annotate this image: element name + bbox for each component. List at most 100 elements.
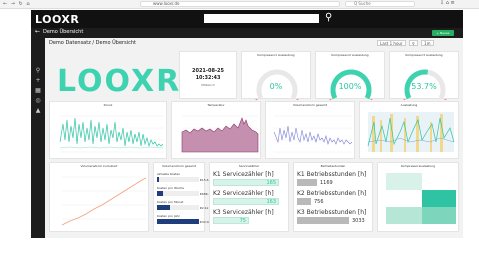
service-value: 165	[266, 180, 276, 186]
dashboard-title: Demo Übersicht	[43, 29, 84, 35]
cost-bar	[157, 191, 199, 196]
dashboard-header: ← Demo Übersicht + Neues	[31, 28, 463, 38]
temperatur-chart	[181, 115, 259, 153]
clock-date: 2021-08-25	[192, 68, 224, 74]
kumuliert-chart-panel: Volumenstrom kumuliert	[49, 162, 149, 232]
time-range-picker[interactable]: Last 1 hour	[377, 40, 406, 46]
grid-icon[interactable]: ▦	[35, 88, 41, 94]
hours-label: K1 Betriebsstunden [h]	[297, 171, 367, 178]
druck-chart	[59, 115, 164, 153]
plus-icon[interactable]: +	[35, 78, 41, 84]
panel-title: Betriebsstunden	[320, 164, 346, 168]
volumenstrom-chart	[273, 115, 353, 153]
clock-panel: 2021-08-25 10:32:43 Mittwoch	[179, 51, 237, 99]
gauge-marker	[329, 99, 332, 100]
zoom-out-icon[interactable]: ⚲	[408, 40, 418, 46]
kumuliert-chart	[61, 176, 147, 226]
volumenstrom-series-line	[273, 125, 353, 146]
search-icon[interactable]: ⚲	[35, 68, 41, 74]
service-bar: 75	[213, 217, 249, 224]
app-logo[interactable]: LOOXR	[35, 13, 79, 26]
bell-icon[interactable]: ▲	[35, 108, 41, 114]
browser-nav-buttons[interactable]: ← → ↻ ⌂	[3, 1, 31, 7]
browser-search-field[interactable]: Q Suche	[345, 1, 415, 7]
cost-fill	[157, 205, 170, 210]
gauge-marker	[296, 99, 299, 100]
kompressorauslastung-panel: Kompressorauslastung	[377, 162, 459, 232]
brand-logo: LOOXR	[57, 64, 182, 99]
heatmap-cell	[386, 207, 422, 224]
compass-icon[interactable]: ◎	[35, 98, 41, 104]
cost-value: €15.6	[200, 178, 209, 182]
header-search-input[interactable]	[204, 14, 319, 23]
gauge-panel-3: Kompressor3 Auslastung 53.7%	[389, 51, 459, 100]
heatmap-cell	[386, 190, 422, 207]
add-button[interactable]: + Neues	[432, 30, 454, 36]
back-arrow-icon[interactable]: ←	[35, 28, 40, 35]
time-controls: Last 1 hour ⚲ 1m	[375, 40, 434, 46]
gauge-dial	[329, 69, 373, 100]
hours-label: K2 Betriebsstunden [h]	[297, 190, 367, 197]
service-bar: 163	[213, 198, 279, 205]
cost-bar	[157, 177, 199, 182]
service-label: K3 Servicezähler [h]	[213, 209, 274, 216]
temperatur-area	[181, 117, 259, 153]
hours-value: 1169	[320, 180, 333, 186]
service-label: K2 Servicezähler [h]	[213, 190, 274, 197]
auslastung-chart-panel: Auslastung	[359, 101, 459, 159]
gauge-marker	[403, 99, 406, 100]
cost-fill	[157, 219, 199, 224]
cost-label: Kosten pro Jahr	[157, 214, 180, 218]
cost-fill	[157, 177, 160, 182]
gauge-value: 53.7%	[411, 82, 437, 91]
betriebsstunden-panel: Betriebsstunden K1 Betriebsstunden [h] 1…	[293, 162, 373, 232]
temperatur-chart-panel: Temperatur	[171, 101, 261, 159]
dashboard-toolbar: Demo Datensatz / Demo Übersicht Last 1 h…	[45, 38, 463, 48]
heatmap-cell	[422, 207, 456, 224]
panel-title: Volumenstrom gesamt	[162, 164, 196, 168]
gauge-marker	[370, 99, 373, 100]
gauge-dial	[255, 69, 299, 100]
sidebar: ⚲ + ▦ ◎ ▲	[31, 38, 45, 238]
gauge-value: 0%	[269, 82, 283, 91]
gauge-value: 100%	[338, 82, 362, 91]
heatmap-cell	[422, 173, 456, 190]
panel-title: Servicezähler	[238, 164, 260, 168]
cost-value: €2.1k	[200, 206, 209, 210]
gauge-panel-2: Kompressor2 Auslastung 100%	[315, 51, 385, 100]
cost-bar	[157, 219, 199, 224]
clock-time: 10:32:43	[195, 75, 221, 81]
hours-bar	[297, 179, 317, 186]
hours-value: 756	[314, 199, 324, 205]
servicezaehler-panel: Servicezähler K1 Servicezähler [h] 165 K…	[209, 162, 289, 232]
cost-label: Kosten pro Monat	[157, 200, 184, 204]
breadcrumb[interactable]: Demo Datensatz / Demo Übersicht	[49, 40, 136, 46]
screenshot-stage: ← → ↻ ⌂ www.looxr.de Q Suche ⇩ ⌂ ≡ LOOXR…	[0, 0, 479, 271]
volumenstrom-chart-panel: Volumenstrom gesamt	[265, 101, 355, 159]
druck-series-line-2	[59, 146, 164, 149]
heatmap-cell	[422, 190, 456, 207]
refresh-interval[interactable]: 1m	[421, 40, 434, 46]
kosten-panel: Volumenstrom gesamt aktuelle Kosten €15.…	[153, 162, 211, 232]
browser-toolbar: ← → ↻ ⌂ www.looxr.de Q Suche ⇩ ⌂ ≡	[0, 0, 479, 9]
gauge-marker	[444, 99, 447, 100]
browser-extension-icons[interactable]: ⇩ ⌂ ≡	[440, 0, 455, 6]
hours-bar	[297, 217, 349, 224]
service-label: K1 Servicezähler [h]	[213, 171, 274, 178]
gauge-panel-1: Kompressor1 Auslastung 0%	[241, 51, 311, 100]
service-value: 75	[239, 218, 246, 224]
auslastung-chart	[367, 112, 455, 152]
app-header: LOOXR ⚲	[31, 10, 463, 28]
hours-bar	[297, 198, 311, 205]
cost-label: Kosten pro Woche	[157, 186, 184, 190]
cost-label: aktuelle Kosten	[157, 172, 181, 176]
cost-fill	[157, 191, 164, 196]
service-bar: 165	[213, 179, 279, 186]
kompressorauslastung-heatmap	[386, 173, 456, 224]
kumuliert-series-line	[61, 177, 147, 226]
gauge-marker	[255, 99, 258, 100]
search-icon[interactable]: ⚲	[325, 12, 332, 23]
url-field[interactable]: www.looxr.de	[140, 1, 340, 7]
druck-series-line	[59, 117, 164, 148]
cost-bar	[157, 205, 199, 210]
